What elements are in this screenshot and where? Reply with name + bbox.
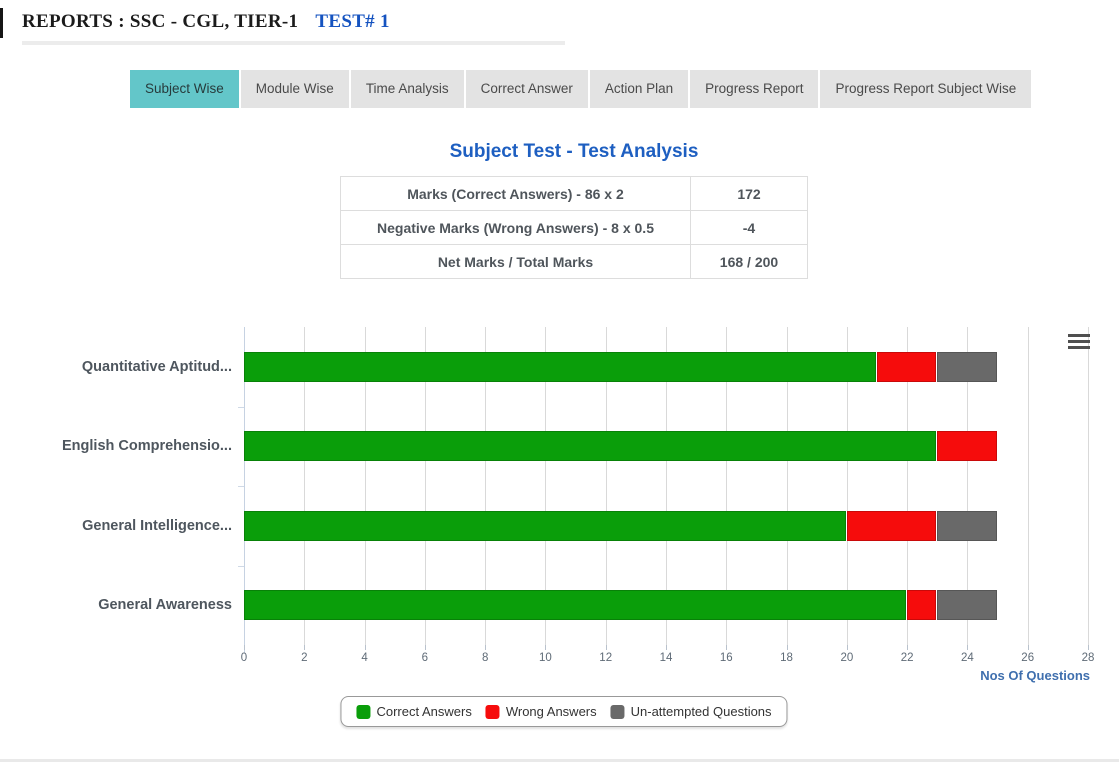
marks-table: Marks (Correct Answers) - 86 x 2172Negat… (340, 176, 808, 279)
x-axis-tick-label: 10 (525, 652, 565, 664)
category-label: English Comprehensio... (0, 407, 232, 487)
category-label: General Intelligence... (0, 486, 232, 566)
bar-segment-correct-answers[interactable] (244, 431, 936, 461)
x-axis-tick (787, 645, 788, 650)
x-axis-tick-label: 14 (646, 652, 686, 664)
metric-label: Net Marks / Total Marks (341, 245, 691, 279)
gridline (1028, 327, 1029, 645)
table-row: Net Marks / Total Marks168 / 200 (341, 245, 808, 279)
chart-menu-hamburger-icon[interactable] (1068, 334, 1090, 349)
x-axis-tick-label: 16 (706, 652, 746, 664)
tab-progress-report-subject-wise[interactable]: Progress Report Subject Wise (820, 70, 1031, 108)
legend-swatch-icon (486, 705, 500, 719)
legend-swatch-icon (356, 705, 370, 719)
x-axis-tick (365, 645, 366, 650)
metric-label: Negative Marks (Wrong Answers) - 8 x 0.5 (341, 211, 691, 245)
x-axis-tick (1028, 645, 1029, 650)
legend-label: Wrong Answers (506, 704, 597, 719)
x-axis-tick-label: 24 (947, 652, 987, 664)
x-axis-tick (1088, 645, 1089, 650)
legend-item-wrong-answers[interactable]: Wrong Answers (486, 704, 597, 719)
x-axis-tick-label: 26 (1008, 652, 1048, 664)
legend-label: Correct Answers (376, 704, 471, 719)
bar-segment-wrong-answers[interactable] (877, 352, 936, 382)
bar-segment-un-attempted-questions[interactable] (937, 590, 996, 620)
bar-segment-wrong-answers[interactable] (907, 590, 936, 620)
header-divider (22, 41, 565, 45)
bar-segment-correct-answers[interactable] (244, 352, 876, 382)
marks-table-body: Marks (Correct Answers) - 86 x 2172Negat… (341, 177, 808, 279)
bar-row (244, 590, 997, 620)
legend-item-correct-answers[interactable]: Correct Answers (356, 704, 471, 719)
bar-segment-correct-answers[interactable] (244, 590, 906, 620)
tab-subject-wise[interactable]: Subject Wise (130, 70, 239, 108)
report-header: REPORTS : SSC - CGL, TIER-1 TEST# 1 (22, 11, 390, 33)
bar-segment-correct-answers[interactable] (244, 511, 846, 541)
analysis-title: Subject Test - Test Analysis (340, 141, 808, 163)
tab-module-wise[interactable]: Module Wise (241, 70, 349, 108)
x-axis-tick (425, 645, 426, 650)
bottom-divider (0, 759, 1119, 762)
tab-progress-report[interactable]: Progress Report (690, 70, 818, 108)
metric-value: 172 (691, 177, 808, 211)
metric-value: -4 (691, 211, 808, 245)
test-number-link[interactable]: TEST# 1 (315, 11, 389, 32)
y-axis-tick (238, 566, 244, 567)
x-axis-tick (847, 645, 848, 650)
metric-label: Marks (Correct Answers) - 86 x 2 (341, 177, 691, 211)
tab-correct-answer[interactable]: Correct Answer (466, 70, 588, 108)
bar-segment-wrong-answers[interactable] (847, 511, 936, 541)
page-title: REPORTS : SSC - CGL, TIER-1 (22, 11, 298, 32)
metric-value: 168 / 200 (691, 245, 808, 279)
tab-action-plan[interactable]: Action Plan (590, 70, 688, 108)
x-axis-tick-label: 6 (405, 652, 445, 664)
table-row: Negative Marks (Wrong Answers) - 8 x 0.5… (341, 211, 808, 245)
x-axis-tick (726, 645, 727, 650)
gridline (1088, 327, 1089, 645)
x-axis-title: Nos Of Questions (980, 668, 1090, 683)
x-axis-tick (545, 645, 546, 650)
x-axis-tick-label: 0 (224, 652, 264, 664)
x-axis-tick (666, 645, 667, 650)
bar-row (244, 352, 997, 382)
x-axis-tick (967, 645, 968, 650)
x-axis-tick (485, 645, 486, 650)
x-axis-tick (304, 645, 305, 650)
x-axis-tick-label: 8 (465, 652, 505, 664)
legend-item-un-attempted-questions[interactable]: Un-attempted Questions (611, 704, 772, 719)
x-axis-tick-label: 4 (345, 652, 385, 664)
x-axis-tick-label: 18 (767, 652, 807, 664)
x-axis-tick-label: 12 (586, 652, 626, 664)
x-axis-tick (606, 645, 607, 650)
x-axis-tick-label: 22 (887, 652, 927, 664)
x-axis-tick-label: 20 (827, 652, 867, 664)
category-label: Quantitative Aptitud... (0, 327, 232, 407)
bar-segment-wrong-answers[interactable] (937, 431, 996, 461)
y-axis-tick (238, 407, 244, 408)
bar-segment-un-attempted-questions[interactable] (937, 352, 996, 382)
x-axis-tick (907, 645, 908, 650)
table-row: Marks (Correct Answers) - 86 x 2172 (341, 177, 808, 211)
legend-label: Un-attempted Questions (631, 704, 772, 719)
x-axis-tick-label: 28 (1068, 652, 1108, 664)
legend-swatch-icon (611, 705, 625, 719)
chart-legend: Correct Answers Wrong Answers Un-attempted… (340, 696, 787, 727)
tab-time-analysis[interactable]: Time Analysis (351, 70, 464, 108)
bar-row (244, 431, 997, 461)
x-axis-tick (244, 645, 245, 650)
x-axis-tick-label: 2 (284, 652, 324, 664)
y-axis-tick (238, 486, 244, 487)
left-edge-marker (0, 8, 3, 38)
tab-bar: Subject WiseModule WiseTime AnalysisCorr… (130, 70, 1031, 108)
category-label: General Awareness (0, 566, 232, 646)
bar-segment-un-attempted-questions[interactable] (937, 511, 996, 541)
bar-row (244, 511, 997, 541)
subject-bar-chart: Nos Of Questions 02468101214161820222426… (0, 320, 1119, 692)
